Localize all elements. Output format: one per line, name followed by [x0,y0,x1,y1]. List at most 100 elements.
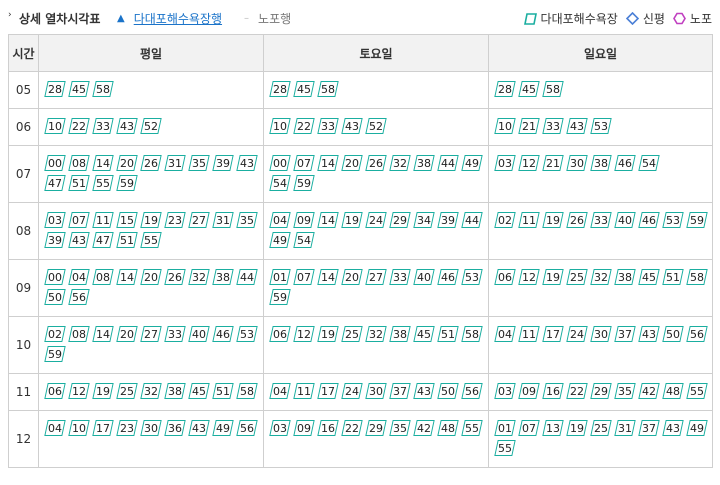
train-minute[interactable]: 20 [341,154,363,172]
train-minute[interactable]: 04 [44,419,66,437]
train-minute[interactable]: 06 [269,325,291,343]
train-minute[interactable]: 14 [317,211,339,229]
train-minute[interactable]: 31 [212,211,234,229]
train-minute[interactable]: 10 [44,117,66,135]
train-minute[interactable]: 24 [341,382,363,400]
train-minute[interactable]: 55 [92,174,114,192]
train-minute[interactable]: 33 [92,117,114,135]
train-minute[interactable]: 27 [365,268,387,286]
train-minute[interactable]: 49 [686,419,708,437]
train-minute[interactable]: 19 [542,211,564,229]
train-minute[interactable]: 09 [293,211,315,229]
train-minute[interactable]: 35 [236,211,258,229]
train-minute[interactable]: 19 [92,382,114,400]
train-minute[interactable]: 08 [68,325,90,343]
train-minute[interactable]: 27 [140,325,162,343]
train-minute[interactable]: 00 [44,154,66,172]
train-minute[interactable]: 32 [590,268,612,286]
train-minute[interactable]: 45 [68,80,90,98]
train-minute[interactable]: 06 [494,268,516,286]
train-minute[interactable]: 45 [518,80,540,98]
train-minute[interactable]: 56 [686,325,708,343]
train-minute[interactable]: 43 [662,419,684,437]
train-minute[interactable]: 31 [614,419,636,437]
train-minute[interactable]: 46 [437,268,459,286]
train-minute[interactable]: 08 [92,268,114,286]
train-minute[interactable]: 47 [92,231,114,249]
train-minute[interactable]: 38 [614,268,636,286]
train-minute[interactable]: 01 [269,268,291,286]
train-minute[interactable]: 33 [317,117,339,135]
train-minute[interactable]: 09 [518,382,540,400]
train-minute[interactable]: 28 [44,80,66,98]
train-minute[interactable]: 51 [437,325,459,343]
train-minute[interactable]: 43 [413,382,435,400]
train-minute[interactable]: 26 [365,154,387,172]
train-minute[interactable]: 56 [68,288,90,306]
train-minute[interactable]: 03 [269,419,291,437]
train-minute[interactable]: 49 [461,154,483,172]
train-minute[interactable]: 33 [542,117,564,135]
train-minute[interactable]: 58 [92,80,114,98]
train-minute[interactable]: 19 [542,268,564,286]
train-minute[interactable]: 45 [188,382,210,400]
train-minute[interactable]: 43 [236,154,258,172]
train-minute[interactable]: 10 [269,117,291,135]
train-minute[interactable]: 03 [494,154,516,172]
train-minute[interactable]: 51 [212,382,234,400]
train-minute[interactable]: 15 [116,211,138,229]
train-minute[interactable]: 32 [389,154,411,172]
train-minute[interactable]: 33 [590,211,612,229]
train-minute[interactable]: 44 [437,154,459,172]
train-minute[interactable]: 17 [92,419,114,437]
train-minute[interactable]: 50 [437,382,459,400]
train-minute[interactable]: 23 [164,211,186,229]
train-minute[interactable]: 16 [542,382,564,400]
train-minute[interactable]: 38 [590,154,612,172]
train-minute[interactable]: 56 [236,419,258,437]
train-minute[interactable]: 55 [494,439,516,457]
train-minute[interactable]: 33 [389,268,411,286]
train-minute[interactable]: 03 [44,211,66,229]
train-minute[interactable]: 29 [590,382,612,400]
train-minute[interactable]: 50 [44,288,66,306]
train-minute[interactable]: 58 [236,382,258,400]
train-minute[interactable]: 22 [68,117,90,135]
train-minute[interactable]: 04 [494,325,516,343]
train-minute[interactable]: 46 [212,325,234,343]
train-minute[interactable]: 07 [293,154,315,172]
train-minute[interactable]: 31 [164,154,186,172]
train-minute[interactable]: 12 [518,268,540,286]
train-minute[interactable]: 38 [389,325,411,343]
train-minute[interactable]: 03 [494,382,516,400]
train-minute[interactable]: 49 [212,419,234,437]
train-minute[interactable]: 37 [614,325,636,343]
train-minute[interactable]: 59 [686,211,708,229]
train-minute[interactable]: 43 [638,325,660,343]
train-minute[interactable]: 46 [638,211,660,229]
train-minute[interactable]: 59 [44,345,66,363]
train-minute[interactable]: 21 [518,117,540,135]
train-minute[interactable]: 58 [317,80,339,98]
train-minute[interactable]: 10 [68,419,90,437]
train-minute[interactable]: 07 [518,419,540,437]
train-minute[interactable]: 01 [494,419,516,437]
train-minute[interactable]: 52 [140,117,162,135]
train-minute[interactable]: 23 [116,419,138,437]
train-minute[interactable]: 43 [566,117,588,135]
train-minute[interactable]: 54 [293,231,315,249]
train-minute[interactable]: 50 [662,325,684,343]
train-minute[interactable]: 40 [188,325,210,343]
train-minute[interactable]: 12 [518,154,540,172]
train-minute[interactable]: 28 [494,80,516,98]
train-minute[interactable]: 08 [68,154,90,172]
tab-direction-nopo[interactable]: – 노포행 [244,10,291,27]
train-minute[interactable]: 42 [413,419,435,437]
train-minute[interactable]: 32 [365,325,387,343]
train-minute[interactable]: 45 [293,80,315,98]
train-minute[interactable]: 19 [317,325,339,343]
train-minute[interactable]: 45 [413,325,435,343]
train-minute[interactable]: 13 [542,419,564,437]
train-minute[interactable]: 25 [116,382,138,400]
train-minute[interactable]: 11 [518,211,540,229]
